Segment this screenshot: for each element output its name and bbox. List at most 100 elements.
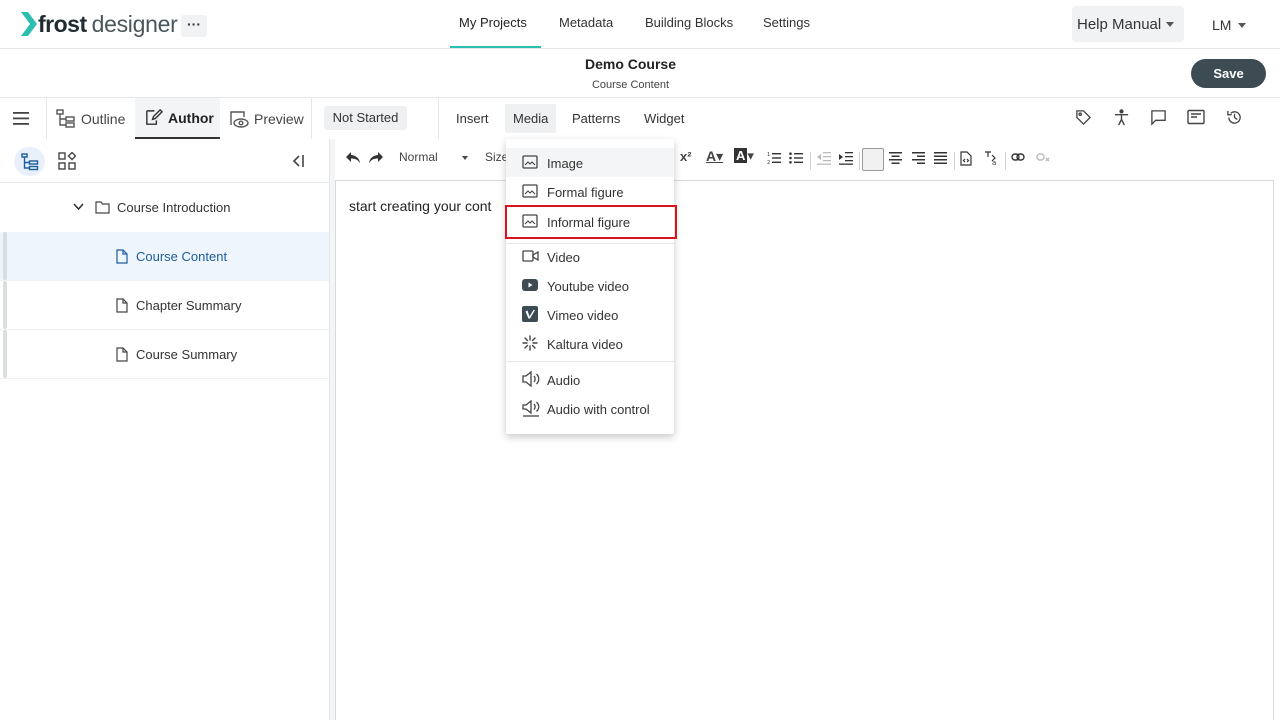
active-nav-indicator [450,46,541,48]
undo-icon[interactable] [346,152,361,164]
svg-text:1: 1 [767,152,770,158]
page-icon [116,298,128,313]
media-item-audio[interactable]: Audio [506,365,674,394]
nav-building-blocks[interactable]: Building Blocks [645,15,733,49]
tree-item-course-content[interactable]: Course Content [0,232,329,281]
align-justify-icon[interactable] [934,151,947,164]
course-title: Demo Course [584,56,677,72]
tag-icon[interactable] [1075,109,1092,126]
media-item-label: Vimeo video [547,308,619,323]
toolbar-separator [1005,152,1006,170]
media-item-audio-with-control[interactable]: Audio with control [506,394,674,423]
tree-folder-label: Course Introduction [117,200,231,215]
history-icon[interactable] [1226,109,1243,126]
source-code-icon[interactable] [960,151,972,166]
vimeo-icon [522,306,538,322]
tree-view-button[interactable] [14,147,45,176]
user-menu-button[interactable]: LM [1212,17,1231,33]
size-select[interactable]: Size [485,150,508,164]
logo-text-bold: frost [38,10,87,37]
bulleted-list-icon[interactable] [789,151,803,165]
hamburger-menu-icon[interactable] [13,112,29,125]
media-item-image[interactable]: Image [506,148,674,177]
caret-down-icon [462,156,468,160]
folder-icon [95,201,110,214]
nav-my-projects[interactable]: My Projects [459,15,527,49]
save-button[interactable]: Save [1191,59,1266,88]
page-icon [116,347,128,362]
redo-icon[interactable] [368,152,383,164]
media-item-label: Informal figure [547,215,631,230]
tab-preview-label: Preview [254,110,304,127]
media-item-label: Audio with control [547,402,650,417]
text-direction-icon[interactable]: a [983,150,999,166]
caret-down-icon [1166,22,1174,27]
numbered-list-icon[interactable]: 12 [767,151,781,165]
caret-down-icon [1238,23,1246,28]
accessibility-icon[interactable] [1113,109,1130,126]
link-icon[interactable] [1011,153,1025,161]
indent-icon[interactable] [839,151,853,165]
tree-folder-course-introduction[interactable]: Course Introduction [0,183,329,232]
tab-author-label: Author [168,109,214,126]
font-color-icon[interactable]: A▾ [706,148,723,165]
top-navigation-bar: frost designer ··· My Projects Metadata … [0,0,1280,49]
widgets-icon[interactable] [58,152,76,170]
tree-item-course-summary[interactable]: Course Summary [0,330,329,379]
comment-icon[interactable] [1150,109,1167,126]
tree-item-indicator [3,330,7,378]
author-edit-icon [146,108,163,125]
collapse-panel-icon[interactable] [291,154,305,168]
tab-outline[interactable]: Outline [56,98,134,139]
notes-icon[interactable] [1187,109,1205,126]
tab-author[interactable]: Author [135,98,220,139]
tree-item-chapter-summary[interactable]: Chapter Summary [0,281,329,330]
menu-media[interactable]: Media [505,104,557,133]
tree-item-label: Chapter Summary [136,298,242,313]
editor-placeholder-text[interactable]: start creating your cont [349,198,491,214]
align-left-active-state [862,148,884,171]
outdent-icon[interactable] [817,151,831,165]
align-right-icon[interactable] [912,151,925,164]
nav-settings[interactable]: Settings [763,15,810,49]
audio-control-icon [522,400,540,417]
frost-designer-logo[interactable]: frost designer [21,10,178,37]
image-icon [522,214,538,228]
media-item-informal-figure[interactable]: Informal figure [505,205,677,239]
unlink-icon[interactable] [1036,153,1050,162]
logo-text-light: designer [91,10,178,37]
media-item-label: Kaltura video [547,337,623,352]
tab-preview[interactable]: Preview [229,98,309,139]
tree-item-label: Course Content [136,249,228,264]
image-icon [522,155,538,169]
outline-panel-header [0,139,329,183]
media-item-youtube-video[interactable]: Youtube video [506,271,674,300]
media-item-video[interactable]: Video [506,242,674,271]
media-item-vimeo-video[interactable]: Vimeo video [506,300,674,329]
align-center-icon[interactable] [889,151,902,164]
media-item-label: Formal figure [547,185,624,200]
menu-patterns[interactable]: Patterns [572,111,620,126]
tree-item-label: Course Summary [136,347,238,362]
toolbar-separator [859,152,860,170]
divider [438,98,439,139]
course-subtitle: Course Content [591,79,670,91]
outline-panel: Course Introduction Course Content Chapt… [0,139,329,720]
menu-insert[interactable]: Insert [456,111,489,126]
svg-text:2: 2 [767,160,770,165]
superscript-icon[interactable]: x² [680,149,692,164]
media-item-kaltura-video[interactable]: Kaltura video [506,329,674,358]
nav-metadata[interactable]: Metadata [559,15,613,49]
tab-outline-label: Outline [81,110,126,127]
mode-toolbar: Outline Author Preview Not Started Inser… [0,98,1280,139]
status-badge[interactable]: Not Started [324,106,407,130]
content-editor[interactable]: start creating your cont [335,180,1274,720]
page-icon [116,249,128,264]
media-item-label: Image [547,156,584,171]
highlight-color-icon[interactable]: A ▾ [734,148,754,164]
more-options-button[interactable]: ··· [181,15,207,37]
format-select[interactable]: Normal [399,150,438,164]
menu-widget[interactable]: Widget [644,111,684,126]
media-item-formal-figure[interactable]: Formal figure [506,177,674,206]
chevron-down-icon[interactable] [73,203,84,211]
